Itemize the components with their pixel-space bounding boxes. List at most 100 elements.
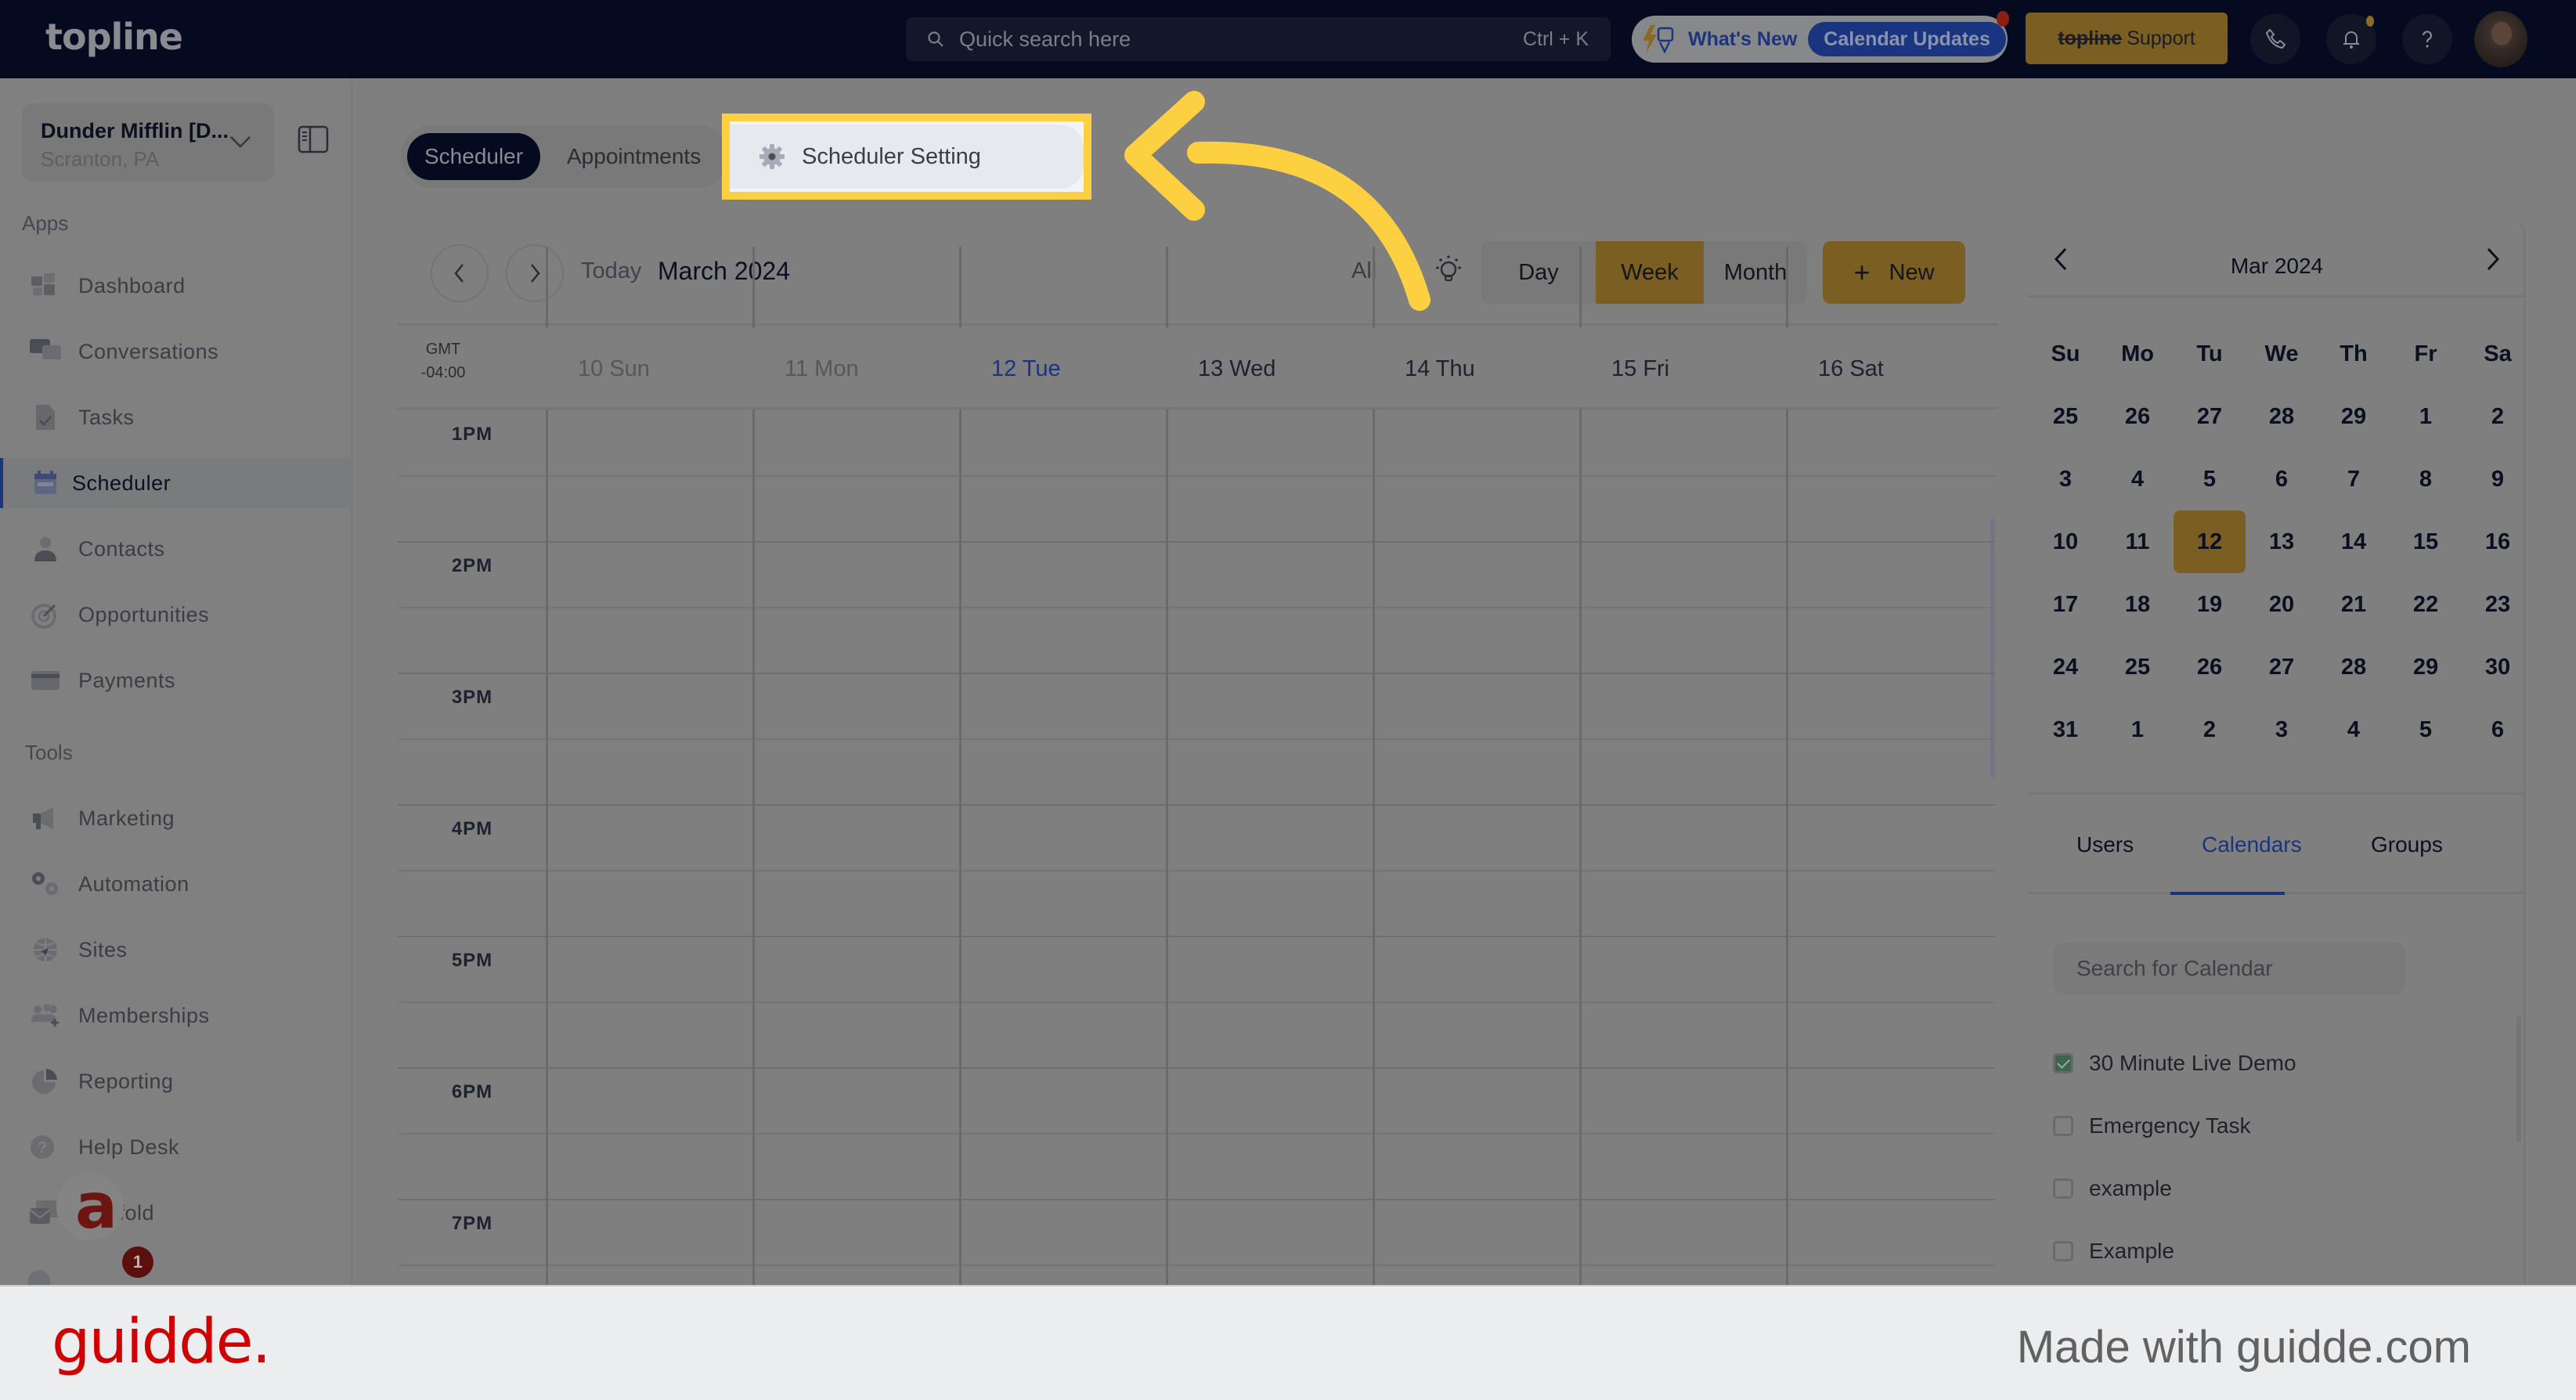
sidebar-item-conversations[interactable]: Conversations	[0, 327, 350, 377]
mini-calendar-day[interactable]: 13	[2246, 511, 2318, 573]
sidebar-item-mailfold[interactable]: Mailfold	[0, 1188, 350, 1238]
mini-calendar-day[interactable]: 3	[2246, 698, 2318, 761]
phone-button[interactable]	[2250, 14, 2300, 64]
sidebar-item-sites[interactable]: Sites	[0, 925, 350, 975]
mini-calendar-day[interactable]: 21	[2318, 573, 2390, 636]
sidebar-item-scheduler[interactable]: Scheduler	[0, 458, 350, 508]
sidebar-item-payments[interactable]: Payments	[0, 655, 350, 705]
mini-calendar-day[interactable]: 25	[2029, 385, 2102, 448]
mini-calendar-day[interactable]: 31	[2029, 698, 2102, 761]
mini-calendar-day[interactable]: 11	[2102, 511, 2174, 573]
calendar-list-item[interactable]: 30 Minute Live Demo	[2053, 1048, 2296, 1079]
tab-users[interactable]: Users	[2076, 832, 2134, 857]
mini-calendar-day[interactable]: 16	[2462, 511, 2534, 573]
mini-calendar-day[interactable]: 5	[2174, 448, 2246, 511]
mini-calendar-day[interactable]: 8	[2390, 448, 2462, 511]
day-header-fri[interactable]: 15 Fri	[1611, 356, 1669, 382]
help-button[interactable]	[2402, 14, 2452, 64]
tab-groups[interactable]: Groups	[2371, 832, 2443, 857]
mini-calendar-day[interactable]: 2	[2462, 385, 2534, 448]
mini-calendar-day[interactable]: 10	[2029, 511, 2102, 573]
next-week-button[interactable]	[506, 244, 564, 302]
view-month-button[interactable]: Month	[1704, 241, 1807, 304]
sidebar-item-memberships[interactable]: Memberships	[0, 990, 350, 1041]
mini-calendar-day[interactable]: 2	[2174, 698, 2246, 761]
tab-calendars[interactable]: Calendars	[2202, 832, 2302, 857]
mini-calendar-day[interactable]: 29	[2318, 385, 2390, 448]
mini-calendar-day[interactable]: 15	[2390, 511, 2462, 573]
sidebar-item-help-desk[interactable]: ? Help Desk	[0, 1122, 350, 1172]
mini-calendar-day[interactable]: 28	[2246, 385, 2318, 448]
support-button[interactable]: topline Support	[2026, 13, 2228, 64]
mini-calendar-day[interactable]: 18	[2102, 573, 2174, 636]
mini-calendar-day[interactable]: 6	[2462, 698, 2534, 761]
mini-calendar-day[interactable]: 26	[2174, 636, 2246, 698]
calendar-list-item[interactable]: Emergency Task	[2053, 1110, 2250, 1142]
mini-calendar-day[interactable]: 17	[2029, 573, 2102, 636]
whats-new-button[interactable]: What's New Calendar Updates	[1632, 11, 2009, 63]
mini-calendar-day[interactable]: 26	[2102, 385, 2174, 448]
checkbox-checked[interactable]	[2053, 1053, 2073, 1073]
day-header-tue[interactable]: 12 Tue	[991, 356, 1061, 382]
mini-calendar-day[interactable]: 3	[2029, 448, 2102, 511]
checkbox[interactable]	[2053, 1116, 2073, 1136]
mini-calendar-day[interactable]: 28	[2318, 636, 2390, 698]
sidebar-item-reporting[interactable]: Reporting	[0, 1056, 350, 1106]
chat-widget-button[interactable]: a	[56, 1173, 124, 1240]
mini-calendar-day[interactable]: 19	[2174, 573, 2246, 636]
mini-calendar-day[interactable]: 22	[2390, 573, 2462, 636]
day-header-mon[interactable]: 11 Mon	[785, 356, 859, 382]
calendar-list-item[interactable]: example	[2053, 1173, 2172, 1204]
sidebar-item-dashboard[interactable]: Dashboard	[0, 261, 350, 311]
sidebar-item-automation[interactable]: Automation	[0, 859, 350, 909]
new-appointment-button[interactable]: + New	[1823, 241, 1965, 304]
app-logo[interactable]: topline	[45, 16, 183, 58]
checkbox[interactable]	[2053, 1241, 2073, 1261]
mini-calendar-day[interactable]: 7	[2318, 448, 2390, 511]
mini-calendar-day[interactable]: 29	[2390, 636, 2462, 698]
sidebar-item-contacts[interactable]: Contacts	[0, 524, 350, 574]
account-switcher[interactable]: Dunder Mifflin [D... Scranton, PA	[22, 103, 274, 182]
sidebar-item-marketing[interactable]: Marketing	[0, 793, 350, 843]
calendar-list-scrollbar[interactable]	[2516, 1016, 2521, 1142]
week-time-grid[interactable]: 1PM 2PM 3PM 4PM 5PM 6PM 7PM	[398, 410, 1998, 1285]
calendar-updates-badge[interactable]: Calendar Updates	[1808, 22, 2006, 56]
mini-calendar-day[interactable]: 5	[2390, 698, 2462, 761]
tab-appointments[interactable]: Appointments	[567, 133, 701, 180]
day-header-thu[interactable]: 14 Thu	[1405, 356, 1475, 382]
mini-calendar-day[interactable]: 4	[2318, 698, 2390, 761]
quick-search[interactable]: Quick search here Ctrl + K	[906, 17, 1611, 61]
mini-calendar-day[interactable]: 27	[2246, 636, 2318, 698]
sidebar-item-tasks[interactable]: Tasks	[0, 392, 350, 442]
mini-calendar-day[interactable]: 27	[2174, 385, 2246, 448]
mini-calendar-day[interactable]: 1	[2390, 385, 2462, 448]
tab-scheduler[interactable]: Scheduler	[407, 133, 541, 180]
chevron-right-icon[interactable]	[2480, 246, 2504, 272]
sidebar-item-opportunities[interactable]: Opportunities	[0, 590, 350, 640]
calendar-search-input[interactable]: Search for Calendar	[2053, 943, 2405, 994]
sidebar-collapse-icon[interactable]	[298, 125, 329, 153]
mini-calendar-day[interactable]: 1	[2102, 698, 2174, 761]
day-header-wed[interactable]: 13 Wed	[1198, 356, 1275, 382]
mini-calendar-day[interactable]: 23	[2462, 573, 2534, 636]
day-header-sat[interactable]: 16 Sat	[1818, 356, 1884, 382]
mini-calendar-day[interactable]: 6	[2246, 448, 2318, 511]
mini-calendar-day[interactable]: 30	[2462, 636, 2534, 698]
mini-calendar-day[interactable]: 14	[2318, 511, 2390, 573]
tab-scheduler-setting-highlight[interactable]: Scheduler Setting	[722, 114, 1091, 200]
calendar-list-item[interactable]: Example	[2053, 1236, 2174, 1267]
view-week-button[interactable]: Week	[1596, 241, 1704, 304]
mini-calendar-day[interactable]: 25	[2102, 636, 2174, 698]
tab-scheduler-setting[interactable]: Scheduler Setting	[730, 124, 1084, 189]
prev-week-button[interactable]	[431, 244, 489, 302]
mini-calendar-day[interactable]: 9	[2462, 448, 2534, 511]
mini-calendar-day[interactable]: 24	[2029, 636, 2102, 698]
checkbox[interactable]	[2053, 1178, 2073, 1199]
guide-arrow-annotation	[1124, 91, 1431, 311]
user-avatar[interactable]	[2474, 11, 2527, 67]
today-button[interactable]: Today	[581, 258, 641, 284]
mini-calendar-day[interactable]: 4	[2102, 448, 2174, 511]
mini-calendar-day[interactable]: 20	[2246, 573, 2318, 636]
day-header-sun[interactable]: 10 Sun	[578, 356, 650, 382]
mini-calendar-day-selected[interactable]: 12	[2174, 511, 2246, 573]
